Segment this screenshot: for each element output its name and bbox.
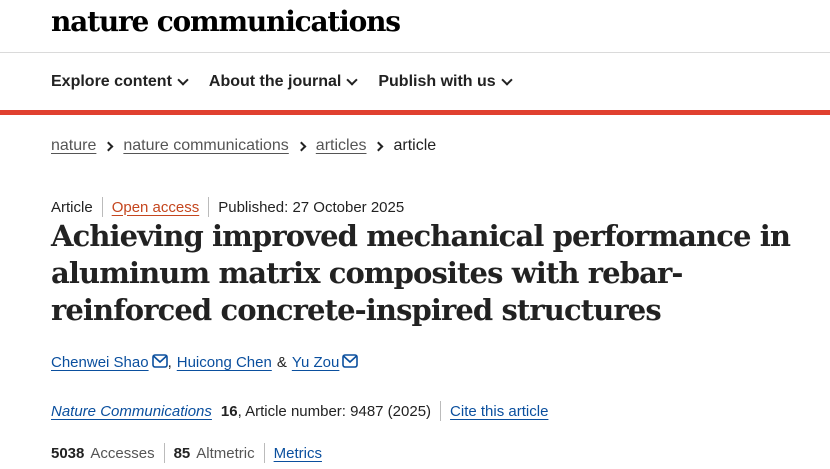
article-type: Article	[51, 198, 93, 216]
altmetric-label: Altmetric	[196, 444, 255, 462]
author-link[interactable]: Chenwei Shao	[51, 354, 149, 371]
chevron-right-icon	[374, 141, 384, 151]
divider	[440, 401, 442, 421]
altmetric-score: 85	[173, 444, 191, 462]
main-nav: Explore content About the journal Publis…	[51, 73, 533, 91]
author-separator: ,	[167, 354, 172, 371]
divider	[208, 197, 210, 217]
author-link[interactable]: Huicong Chen	[177, 354, 272, 371]
divider	[163, 443, 165, 463]
nav-item-label: Explore content	[51, 73, 172, 90]
accent-bar	[0, 110, 830, 115]
breadcrumb: nature nature communications articles ar…	[51, 137, 436, 155]
published-date: Published: 27 October 2025	[218, 198, 405, 216]
chevron-down-icon	[177, 74, 189, 86]
chevron-down-icon	[346, 74, 359, 86]
nav-about-journal[interactable]: About the journal	[208, 73, 359, 91]
nav-item-label: Publish with us	[378, 73, 496, 90]
chevron-right-icon	[103, 141, 114, 151]
author-list: Chenwei Shao , Huicong Chen & Yu Zou	[51, 353, 359, 371]
chevron-right-icon	[296, 141, 307, 151]
divider	[263, 443, 265, 463]
article-meta: Article Open access Published: 27 Octobe…	[51, 197, 404, 217]
breadcrumb-nature[interactable]: nature	[51, 137, 96, 155]
citation-row: Nature Communications 16 , Article numbe…	[51, 401, 548, 421]
site-logo[interactable]: nature communications	[51, 5, 401, 38]
journal-link[interactable]: Nature Communications	[51, 403, 212, 420]
volume: 16	[220, 402, 238, 420]
article-number: , Article number: 9487 (2025)	[237, 402, 432, 420]
site-header: nature communications	[0, 0, 830, 53]
author-separator: &	[276, 354, 287, 371]
nav-explore-content[interactable]: Explore content	[51, 73, 189, 91]
envelope-icon[interactable]	[151, 353, 168, 368]
divider	[101, 197, 103, 217]
article-title: Achieving improved mechanical performanc…	[51, 219, 791, 327]
breadcrumb-articles[interactable]: articles	[316, 137, 367, 155]
metrics-link[interactable]: Metrics	[274, 445, 322, 462]
cite-this-article-link[interactable]: Cite this article	[450, 403, 548, 420]
nav-publish-with-us[interactable]: Publish with us	[378, 73, 513, 91]
author-link[interactable]: Yu Zou	[292, 354, 340, 371]
breadcrumb-current: article	[393, 137, 437, 154]
article-stats: 5038 Accesses 85 Altmetric Metrics	[51, 443, 322, 463]
breadcrumb-nature-communications[interactable]: nature communications	[123, 137, 288, 155]
accesses-label: Accesses	[90, 444, 155, 462]
nav-item-label: About the journal	[208, 73, 342, 90]
open-access-link[interactable]: Open access	[112, 199, 200, 216]
envelope-icon[interactable]	[342, 353, 359, 368]
accesses-count: 5038	[51, 444, 85, 462]
chevron-down-icon	[501, 74, 513, 86]
